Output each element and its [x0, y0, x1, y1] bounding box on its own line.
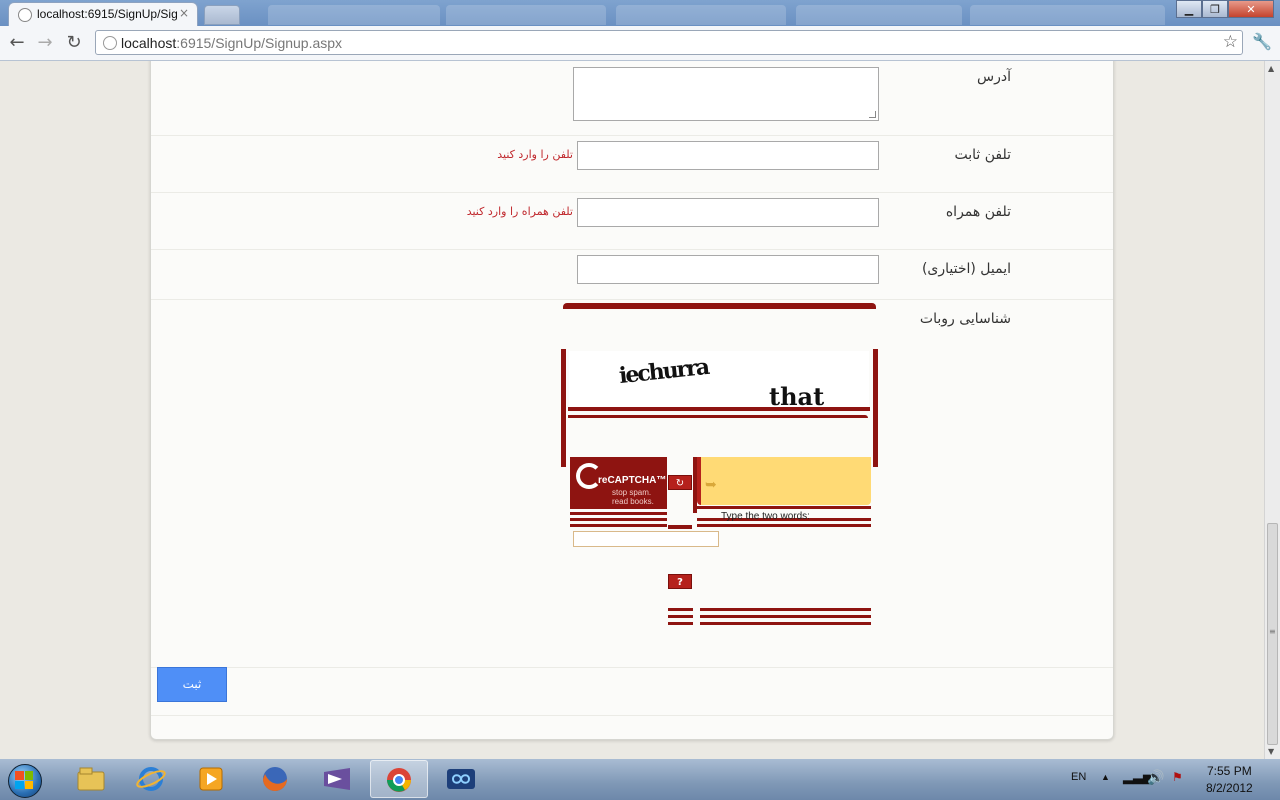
restore-button[interactable]: ❐ [1202, 0, 1228, 18]
scroll-thumb[interactable]: ≡ [1267, 523, 1278, 745]
captcha-image: iechurra that [569, 351, 869, 411]
background-window-tab [268, 5, 440, 25]
background-window-tab [446, 5, 606, 25]
wrench-icon[interactable]: 🔧 [1252, 32, 1272, 51]
recaptcha-logo: reCAPTCHA™ stop spam. read books. [570, 457, 667, 509]
page-icon [103, 36, 117, 50]
windows-taskbar: EN ▲ ▂▃▅ 🔊 ⚑ 7:55 PM 8/2/2012 [0, 759, 1280, 800]
captcha-frame-top [563, 303, 876, 309]
signup-form-panel: آدرس تلفن ثابت تلفن را وارد کنید تلفن هم… [150, 61, 1114, 740]
language-indicator[interactable]: EN [1071, 771, 1086, 783]
address-bar[interactable]: localhost:6915/SignUp/Signup.aspx ☆ [95, 30, 1243, 55]
email-input[interactable] [577, 255, 879, 284]
vertical-scrollbar[interactable]: ▲ ≡ ▼ [1264, 61, 1280, 759]
background-window-tab [796, 5, 962, 25]
recaptcha-widget: iechurra that reCAPTCHA™ stop spam. read … [561, 303, 881, 633]
logo-underline [570, 512, 667, 515]
captcha-word-2: that [769, 382, 824, 409]
clock-date[interactable]: 8/2/2012 [1206, 781, 1253, 795]
firefox-icon[interactable] [246, 760, 304, 798]
tab-close-icon[interactable]: × [179, 6, 189, 20]
mobile-input[interactable] [577, 198, 879, 227]
captcha-divider [568, 415, 868, 418]
windows-flag-icon [15, 771, 33, 789]
phone-error: تلفن را وارد کنید [497, 148, 573, 161]
visual-studio-icon[interactable] [308, 760, 366, 798]
grip-icon: ≡ [1269, 627, 1276, 636]
address-textarea[interactable] [573, 67, 879, 121]
captcha-label: شناسایی روبات [919, 311, 1011, 327]
reload-icon[interactable]: ↻ [63, 32, 85, 54]
prompt-underline [697, 506, 871, 509]
logo-underline [570, 518, 667, 521]
media-player-icon[interactable] [182, 760, 240, 798]
url-text: localhost:6915/SignUp/Signup.aspx [121, 35, 343, 51]
start-button[interactable] [2, 760, 46, 800]
browser-toolbar: ← → ↻ localhost:6915/SignUp/Signup.aspx … [0, 26, 1280, 61]
captcha-frame-left [561, 349, 566, 467]
globe-icon [18, 8, 32, 22]
page-viewport: آدرس تلفن ثابت تلفن را وارد کنید تلفن هم… [0, 61, 1264, 759]
tab-title: localhost:6915/SignUp/Signup.aspx [37, 7, 177, 21]
background-window-tab [970, 5, 1165, 25]
captcha-response-input[interactable] [573, 531, 719, 547]
prompt-underline [697, 524, 871, 527]
phone-row: تلفن ثابت تلفن را وارد کنید [151, 135, 1113, 193]
footer-bar [668, 622, 693, 625]
submit-row [151, 667, 1113, 716]
footer-bar [668, 615, 693, 618]
scroll-down-icon[interactable]: ▼ [1268, 747, 1274, 756]
address-label: آدرس [977, 69, 1011, 85]
clock-time[interactable]: 7:55 PM [1207, 764, 1252, 778]
mobile-error: تلفن همراه را وارد کنید [466, 205, 573, 218]
close-window-button[interactable]: ✕ [1228, 0, 1274, 18]
footer-bar [668, 608, 693, 611]
new-tab-button[interactable] [204, 5, 240, 25]
submit-button[interactable]: ثبت [157, 667, 227, 702]
star-icon[interactable]: ☆ [1223, 32, 1238, 52]
audio-button-stub [668, 525, 692, 529]
minimize-button[interactable]: ▁ [1176, 0, 1202, 18]
footer-bar [700, 615, 871, 618]
scroll-up-icon[interactable]: ▲ [1268, 64, 1274, 73]
internet-explorer-icon[interactable] [122, 760, 180, 798]
action-center-icon[interactable]: ⚑ [1172, 770, 1183, 784]
mobile-label: تلفن همراه [945, 204, 1011, 220]
arrow-icon: ➥ [705, 477, 717, 493]
show-hidden-icons-icon[interactable]: ▲ [1101, 772, 1110, 782]
chrome-icon[interactable] [370, 760, 428, 798]
address-row: آدرس [151, 61, 1113, 136]
app-infinity-icon[interactable] [432, 760, 490, 798]
help-icon[interactable]: ? [668, 574, 692, 589]
mobile-row: تلفن همراه تلفن همراه را وارد کنید [151, 192, 1113, 250]
email-label: ایمیل (اختیاری) [921, 261, 1011, 277]
email-row: ایمیل (اختیاری) [151, 249, 1113, 300]
logo-underline [570, 524, 667, 527]
phone-label: تلفن ثابت [954, 147, 1011, 163]
forward-arrow-icon[interactable]: → [34, 32, 56, 54]
captcha-words-image: iechurra that [618, 354, 824, 411]
tab-strip: localhost:6915/SignUp/Signup.aspx × ▁ ❐ … [0, 0, 1280, 26]
background-window-tab [616, 5, 786, 25]
captcha-divider [568, 407, 870, 411]
tab-signup[interactable]: localhost:6915/SignUp/Signup.aspx × [8, 2, 198, 26]
captcha-word-1: iechurra [618, 354, 711, 389]
captcha-frame-right [873, 349, 878, 467]
volume-icon[interactable]: 🔊 [1147, 769, 1164, 786]
captcha-prompt-panel: ➥ [697, 457, 871, 505]
back-arrow-icon[interactable]: ← [6, 32, 28, 54]
captcha-prompt: Type the two words: [721, 511, 810, 522]
footer-bar [700, 608, 871, 611]
refresh-icon[interactable]: ↻ [668, 475, 692, 490]
phone-input[interactable] [577, 141, 879, 170]
footer-bar [700, 622, 871, 625]
explorer-icon[interactable] [62, 760, 120, 798]
